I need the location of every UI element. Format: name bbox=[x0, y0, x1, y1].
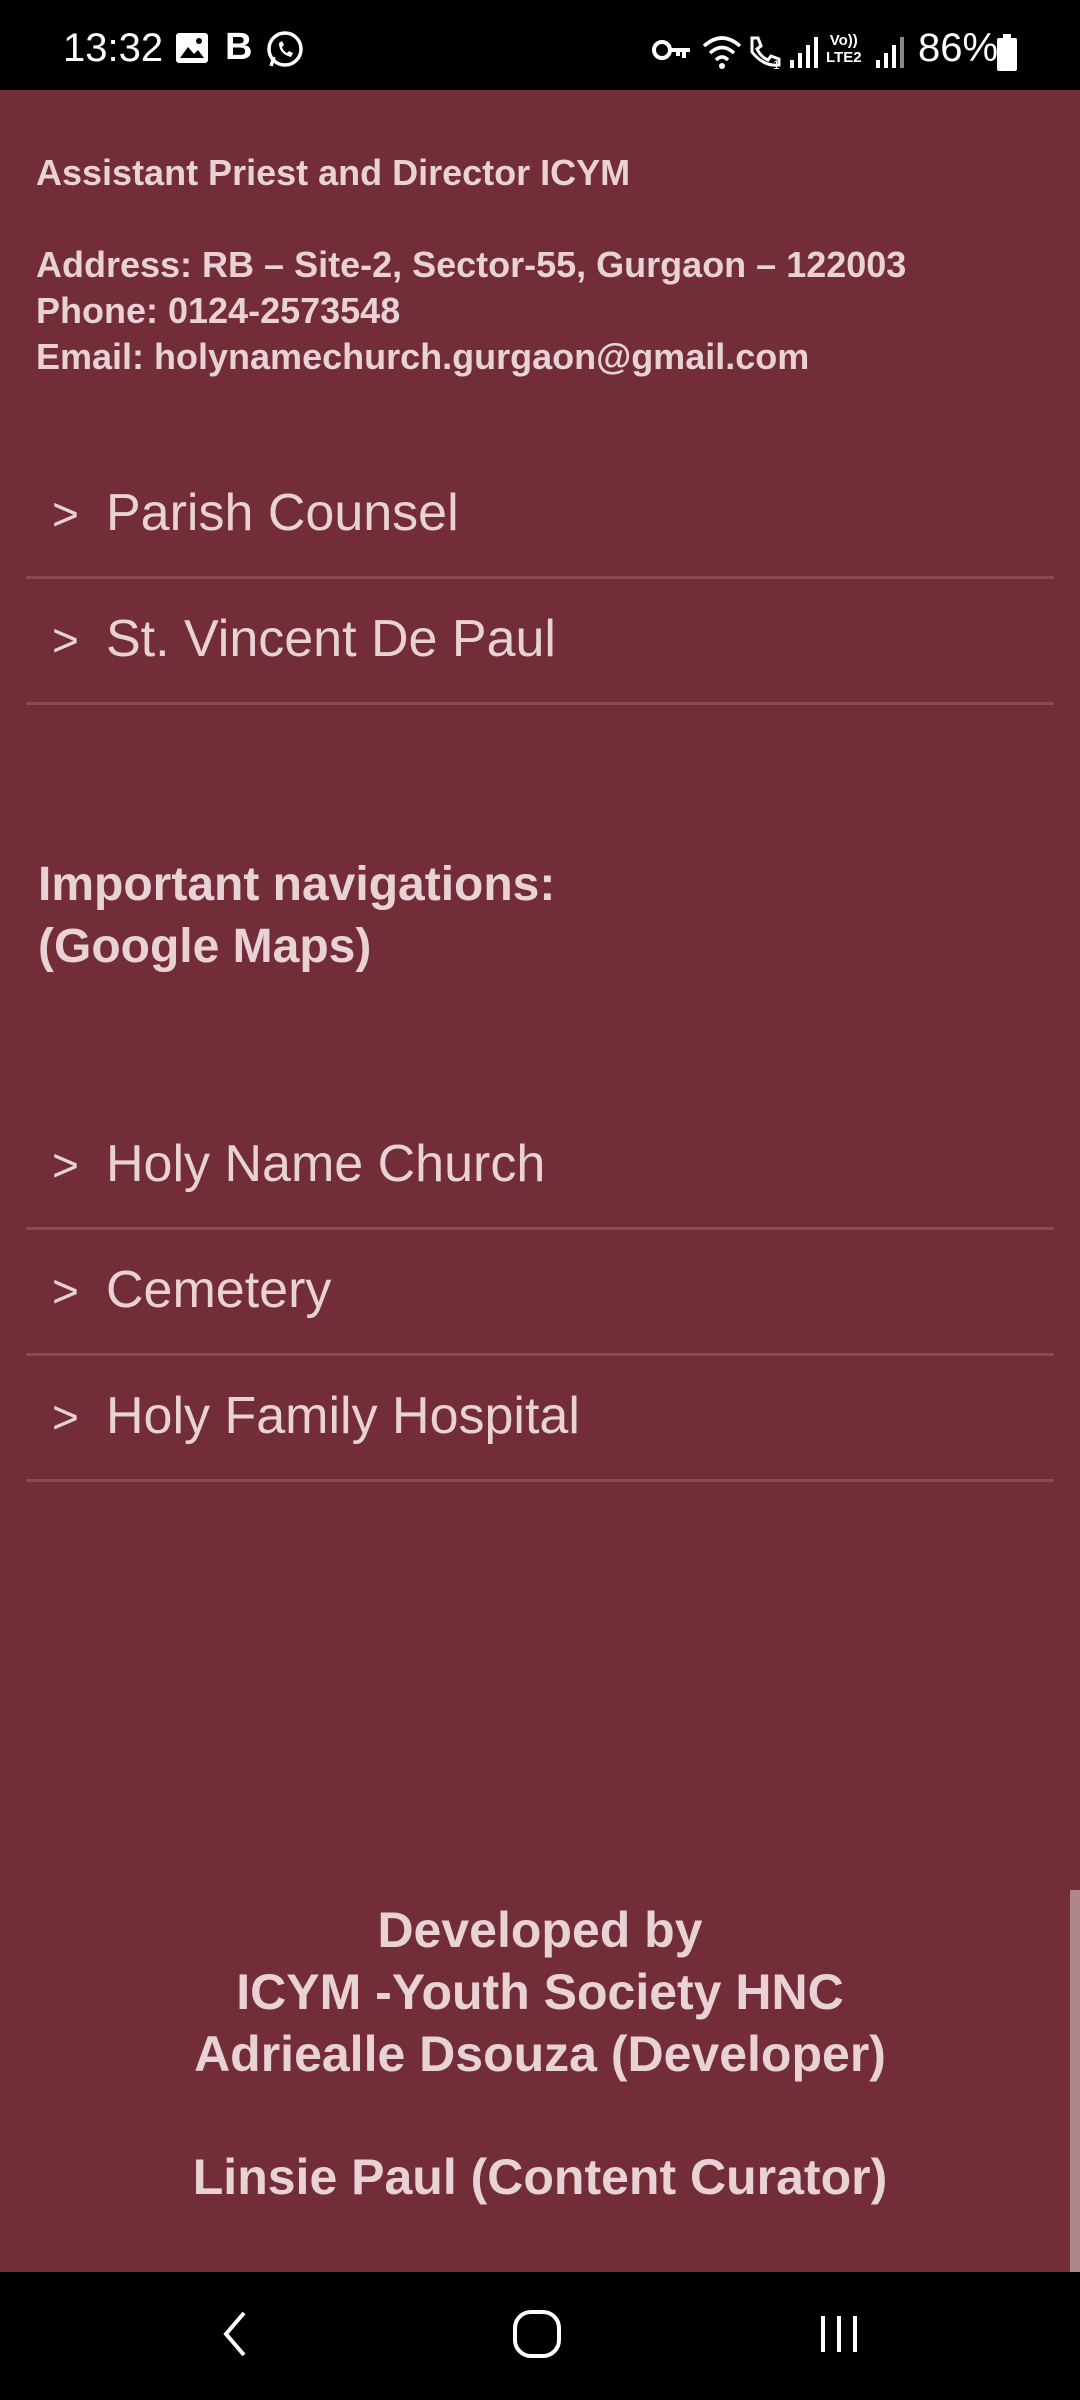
signal-icon bbox=[790, 36, 820, 73]
page-content[interactable]: Parish Priest Assistant Priest and Direc… bbox=[0, 90, 1080, 2272]
address-text: Address: RB – Site-2, Sector-55, Gurgaon… bbox=[36, 244, 907, 285]
footer-developed-by: Developed by bbox=[377, 1902, 703, 1958]
accordion-label: Parish Counsel bbox=[106, 484, 459, 542]
accordion-label: St. Vincent De Paul bbox=[106, 610, 556, 668]
volte-icon: Vo)) LTE2 bbox=[826, 32, 862, 66]
back-button[interactable] bbox=[155, 2272, 315, 2400]
navigations-subheading: (Google Maps) bbox=[38, 920, 372, 973]
assistant-priest-title: Assistant Priest and Director ICYM bbox=[36, 152, 631, 193]
battery-percentage: 86% bbox=[918, 26, 999, 70]
recents-button[interactable] bbox=[759, 2272, 919, 2400]
parish-priest-heading: Parish Priest bbox=[36, 90, 268, 98]
wifi-call-icon: 1 bbox=[746, 34, 784, 75]
whatsapp-icon bbox=[265, 30, 305, 75]
nav-item-label: Holy Name Church bbox=[106, 1135, 546, 1193]
chevron-right-icon: > bbox=[52, 1391, 79, 1443]
accordion-st-vincent-de-paul[interactable]: > St. Vincent De Paul bbox=[26, 581, 1054, 705]
wifi-icon bbox=[700, 34, 744, 75]
navigations-heading: Important navigations: bbox=[38, 858, 556, 911]
chevron-right-icon: > bbox=[52, 1139, 79, 1191]
recents-icon bbox=[817, 2312, 861, 2361]
email-text: Email: holynamechurch.gurgaon@gmail.com bbox=[36, 336, 810, 377]
chevron-right-icon: > bbox=[52, 1265, 79, 1317]
footer-content-curator: Linsie Paul (Content Curator) bbox=[192, 2149, 888, 2205]
back-icon bbox=[220, 2309, 250, 2364]
image-icon bbox=[175, 32, 209, 69]
footer-developer: Adriealle Dsouza (Developer) bbox=[194, 2026, 886, 2082]
battery-icon bbox=[996, 34, 1018, 77]
svg-text:1: 1 bbox=[773, 58, 780, 70]
home-icon bbox=[511, 2308, 563, 2365]
nav-item-cemetery[interactable]: > Cemetery bbox=[26, 1232, 1054, 1356]
status-bar: 13:32 B 1 Vo)) LTE2 86% bbox=[0, 0, 1080, 90]
status-time: 13:32 bbox=[63, 26, 164, 70]
nav-item-label: Holy Family Hospital bbox=[106, 1387, 580, 1445]
accordion-parish-counsel[interactable]: > Parish Counsel bbox=[26, 455, 1054, 579]
nav-item-holy-name-church[interactable]: > Holy Name Church bbox=[26, 1106, 1054, 1230]
footer-organization: ICYM -Youth Society HNC bbox=[236, 1964, 844, 2020]
key-icon bbox=[652, 38, 692, 67]
b-app-icon: B bbox=[225, 26, 253, 68]
nav-item-holy-family-hospital[interactable]: > Holy Family Hospital bbox=[26, 1358, 1054, 1482]
nav-item-label: Cemetery bbox=[106, 1261, 332, 1319]
phone-text: Phone: 0124-2573548 bbox=[36, 290, 401, 331]
system-nav-bar bbox=[0, 2272, 1080, 2400]
chevron-right-icon: > bbox=[52, 614, 79, 666]
chevron-right-icon: > bbox=[52, 488, 79, 540]
home-button[interactable] bbox=[457, 2272, 617, 2400]
signal-2-icon bbox=[876, 36, 906, 73]
scrollbar-thumb[interactable] bbox=[1070, 1890, 1080, 2272]
